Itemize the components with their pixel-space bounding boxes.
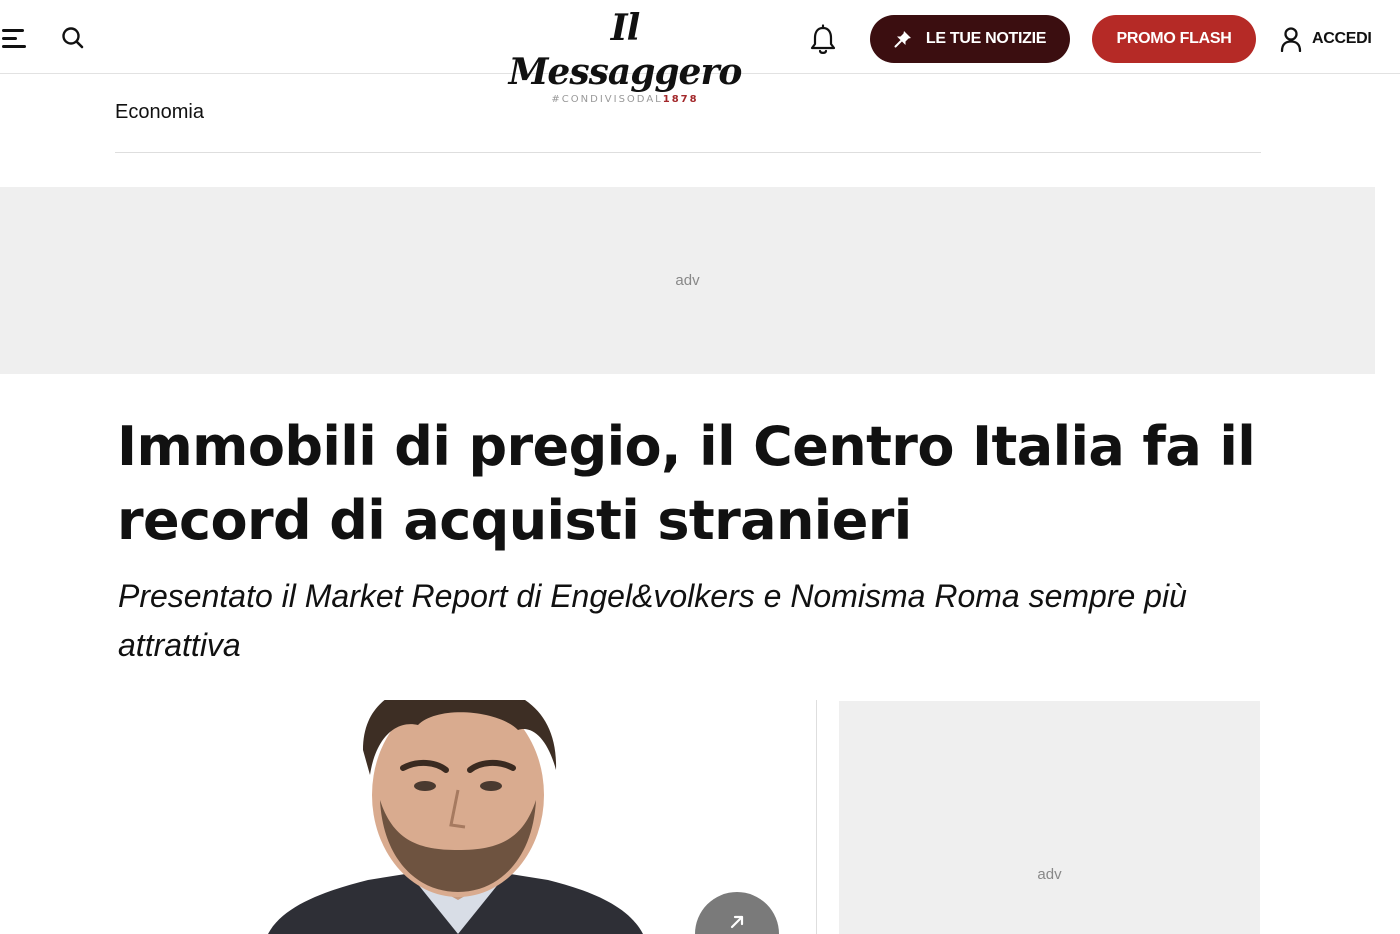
notifications-button[interactable] <box>808 24 838 56</box>
breadcrumb-section[interactable]: Economia <box>115 101 204 124</box>
promo-flash-button[interactable]: PROMO FLASH <box>1092 15 1256 63</box>
promo-flash-label: PROMO FLASH <box>1116 30 1232 47</box>
logo-tag-prefix: #CONDIVISODAL <box>551 94 663 105</box>
ad-label: adv <box>675 272 700 289</box>
bell-icon <box>810 24 836 54</box>
logo-name: Il Messaggero <box>508 7 743 93</box>
divider <box>115 152 1261 153</box>
expand-arrow-icon <box>730 915 744 929</box>
your-news-label: LE TUE NOTIZIE <box>925 30 1047 47</box>
ad-sidebar[interactable]: adv <box>839 701 1260 934</box>
article-subtitle: Presentato il Market Report di Engel&vol… <box>118 578 1187 663</box>
login-label: ACCEDI <box>1312 30 1372 47</box>
ad-label: adv <box>1037 866 1062 883</box>
menu-icon <box>2 29 24 32</box>
article-title: Immobili di pregio, il Centro Italia fa … <box>117 415 1256 552</box>
pin-icon <box>894 31 911 48</box>
portrait-image <box>268 700 643 934</box>
column-divider <box>816 700 817 934</box>
site-logo[interactable]: Il Messaggero #CONDIVISODAL1878 <box>505 6 745 105</box>
menu-button[interactable] <box>2 27 28 49</box>
search-button[interactable] <box>60 25 86 51</box>
ad-banner[interactable]: adv <box>0 187 1375 374</box>
login-button[interactable]: ACCEDI <box>1280 24 1372 54</box>
user-icon <box>1280 27 1302 52</box>
logo-tag-year: 1878 <box>662 94 699 105</box>
menu-icon-line <box>2 45 26 48</box>
your-news-button[interactable]: LE TUE NOTIZIE <box>870 15 1070 63</box>
logo-tagline: #CONDIVISODAL1878 <box>505 94 745 106</box>
search-icon <box>62 27 84 49</box>
site-header: Il Messaggero #CONDIVISODAL1878 LE TUE N… <box>0 0 1400 105</box>
menu-icon-line <box>2 37 17 40</box>
article-image[interactable] <box>118 700 798 934</box>
